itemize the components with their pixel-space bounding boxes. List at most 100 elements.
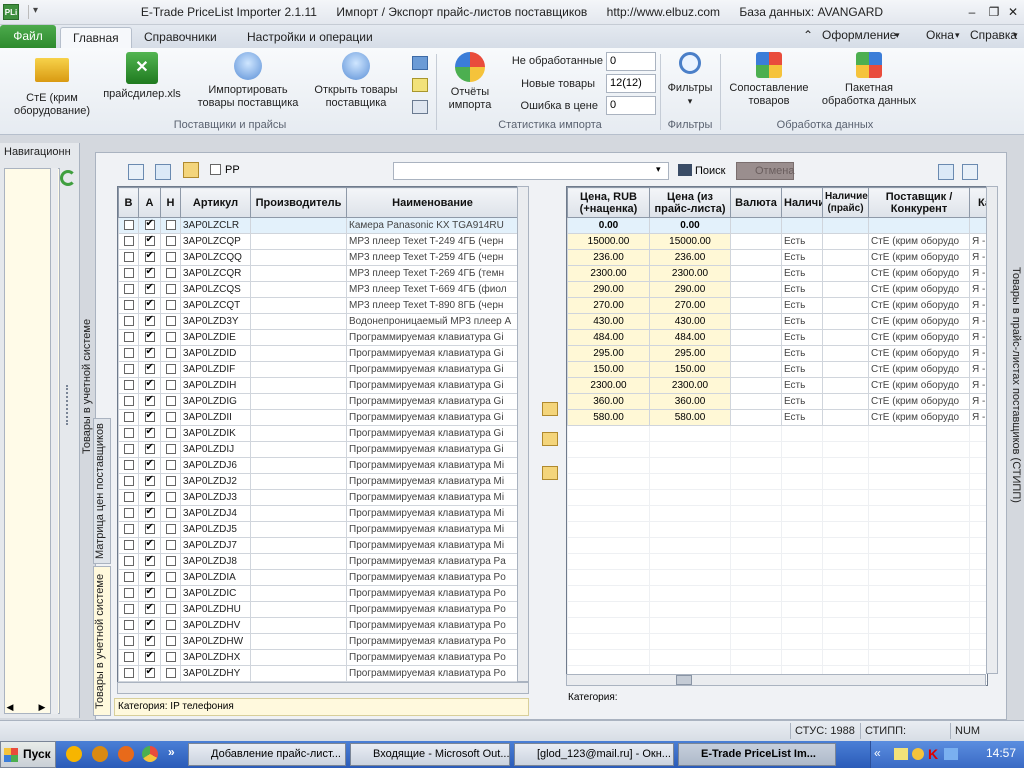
accounting-goods-grid[interactable]: В А Н Артикул Производитель Наименование…	[117, 186, 529, 686]
a-checkbox[interactable]	[144, 267, 155, 279]
col-header-b[interactable]: В	[118, 187, 139, 218]
b-checkbox[interactable]	[123, 540, 134, 551]
import-button[interactable]: Импортировать товары поставщика	[188, 52, 308, 110]
folder-link-icon[interactable]	[542, 402, 558, 416]
b-checkbox[interactable]	[123, 556, 134, 567]
b-checkbox[interactable]	[123, 508, 134, 519]
manufacturer-cell[interactable]	[250, 425, 347, 442]
tray-expand-icon[interactable]: «	[874, 746, 881, 760]
manufacturer-cell[interactable]	[250, 665, 347, 682]
article-cell[interactable]: 3AP0LZDHV	[180, 617, 251, 634]
manufacturer-cell[interactable]	[250, 617, 347, 634]
menu-windows[interactable]: Окна	[926, 28, 954, 42]
pricelist-button[interactable]: ✕ прайсдилер.xls	[100, 52, 184, 101]
n-checkbox[interactable]	[165, 476, 176, 487]
a-checkbox[interactable]	[144, 475, 155, 487]
table-row[interactable]: 295.00 295.00 Есть СтЕ (крим оборудо Я -	[567, 345, 987, 362]
b-checkbox[interactable]	[123, 268, 134, 279]
manufacturer-cell[interactable]	[250, 521, 347, 538]
right-grid-vscrollbar[interactable]	[986, 186, 998, 674]
supplier-cell[interactable]: СтЕ (крим оборудо	[868, 281, 970, 298]
article-cell[interactable]: 3AP0LZDJ5	[180, 521, 251, 538]
article-cell[interactable]: 3AP0LZDJ3	[180, 489, 251, 506]
n-checkbox[interactable]	[165, 492, 176, 503]
name-cell[interactable]: MP3 плеер Texet T-259 4ГБ (черн	[346, 249, 519, 266]
table-row[interactable]: 3AP0LZDIE Программируемая клавиатура Gi	[118, 329, 519, 346]
tab-price-matrix[interactable]: Матрица цен поставщиков	[93, 418, 111, 564]
name-cell[interactable]: Программируемая клавиатура Gi	[346, 345, 519, 362]
article-cell[interactable]: 3AP0LZDII	[180, 409, 251, 426]
availability-cell[interactable]: Есть	[781, 297, 823, 314]
article-cell[interactable]: 3AP0LZDIA	[180, 569, 251, 586]
manufacturer-cell[interactable]	[250, 505, 347, 522]
manufacturer-cell[interactable]	[250, 537, 347, 554]
price-list-cell[interactable]: 236.00	[649, 249, 731, 266]
table-row[interactable]: 3AP0LZDIG Программируемая клавиатура Gi	[118, 393, 519, 410]
availability-price-cell[interactable]	[822, 249, 869, 266]
col-header-n[interactable]: Н	[160, 187, 181, 218]
n-checkbox[interactable]	[165, 620, 176, 631]
price-list-cell[interactable]: 2300.00	[649, 377, 731, 394]
table-row[interactable]: 3AP0LZDII Программируемая клавиатура Gi	[118, 409, 519, 426]
supplier-cell[interactable]: СтЕ (крим оборудо	[868, 377, 970, 394]
supplier-cell[interactable]: СтЕ (крим оборудо	[868, 249, 970, 266]
article-cell[interactable]: 3AP0LZDIE	[180, 329, 251, 346]
n-checkbox[interactable]	[165, 412, 176, 423]
price-markup-cell[interactable]: 360.00	[567, 393, 650, 410]
availability-cell[interactable]: Есть	[781, 361, 823, 378]
b-checkbox[interactable]	[123, 476, 134, 487]
a-checkbox[interactable]	[144, 651, 155, 663]
price-list-cell[interactable]: 2300.00	[649, 265, 731, 282]
name-cell[interactable]: Программируемая клавиатура Po	[346, 585, 519, 602]
a-checkbox[interactable]	[144, 635, 155, 647]
table-row[interactable]: 3AP0LZCLR Камера Panasonic KX TGA914RU	[118, 217, 519, 234]
article-cell[interactable]: 3AP0LZDIC	[180, 585, 251, 602]
name-cell[interactable]: Программируемая клавиатура Po	[346, 617, 519, 634]
price-list-cell[interactable]: 270.00	[649, 297, 731, 314]
right-grid-hscroll-thumb[interactable]	[676, 675, 692, 685]
a-checkbox[interactable]	[144, 491, 155, 503]
quicklaunch-icon[interactable]	[92, 746, 108, 762]
manufacturer-cell[interactable]	[250, 281, 347, 298]
availability-price-cell[interactable]	[822, 393, 869, 410]
n-checkbox[interactable]	[165, 428, 176, 439]
price-error-field[interactable]: 0	[606, 96, 656, 115]
table-row[interactable]: 3AP0LZDJ7 Программируемая клавиатура Mi	[118, 537, 519, 554]
article-cell[interactable]: 3AP0LZDJ2	[180, 473, 251, 490]
name-cell[interactable]: Программируемая клавиатура Po	[346, 633, 519, 650]
chevron-down-icon[interactable]: ▾	[656, 164, 661, 175]
manufacturer-cell[interactable]	[250, 377, 347, 394]
currency-cell[interactable]	[730, 233, 782, 250]
currency-cell[interactable]	[730, 217, 782, 234]
n-checkbox[interactable]	[165, 300, 176, 311]
tab-settings[interactable]: Настройки и операции	[235, 27, 385, 48]
article-cell[interactable]: 3AP0LZDJ6	[180, 457, 251, 474]
edit-small-icon[interactable]	[412, 78, 428, 92]
name-cell[interactable]: Программируемая клавиатура Mi	[346, 537, 519, 554]
col-header-supplier[interactable]: Поставщик / Конкурент	[868, 187, 970, 218]
availability-cell[interactable]: Есть	[781, 313, 823, 330]
a-checkbox[interactable]	[144, 667, 155, 679]
b-checkbox[interactable]	[123, 572, 134, 583]
name-cell[interactable]: Программируемая клавиатура Gi	[346, 377, 519, 394]
col-header-availability[interactable]: Наличи	[781, 187, 823, 218]
a-checkbox[interactable]	[144, 603, 155, 615]
mail-tray-icon[interactable]	[894, 748, 908, 760]
manufacturer-cell[interactable]	[250, 553, 347, 570]
n-checkbox[interactable]	[165, 268, 176, 279]
a-checkbox[interactable]	[144, 315, 155, 327]
n-checkbox[interactable]	[165, 556, 176, 567]
availability-cell[interactable]: Есть	[781, 265, 823, 282]
firefox-icon[interactable]	[118, 746, 134, 762]
table-row[interactable]: 3AP0LZDHW Программируемая клавиатура Po	[118, 633, 519, 650]
n-checkbox[interactable]	[165, 572, 176, 583]
name-cell[interactable]: Программируемая клавиатура Mi	[346, 521, 519, 538]
supplier-button[interactable]: СтЕ (крим оборудование)	[4, 52, 100, 118]
table-row[interactable]: 3AP0LZDIJ Программируемая клавиатура Gi	[118, 441, 519, 458]
b-checkbox[interactable]	[123, 284, 134, 295]
taskbar-item-etrade[interactable]: E-Trade PriceList Im...	[678, 743, 836, 766]
a-checkbox[interactable]	[144, 587, 155, 599]
currency-cell[interactable]	[730, 329, 782, 346]
batch-processing-button[interactable]: Пакетная обработка данных	[814, 52, 924, 108]
a-checkbox[interactable]	[144, 427, 155, 439]
